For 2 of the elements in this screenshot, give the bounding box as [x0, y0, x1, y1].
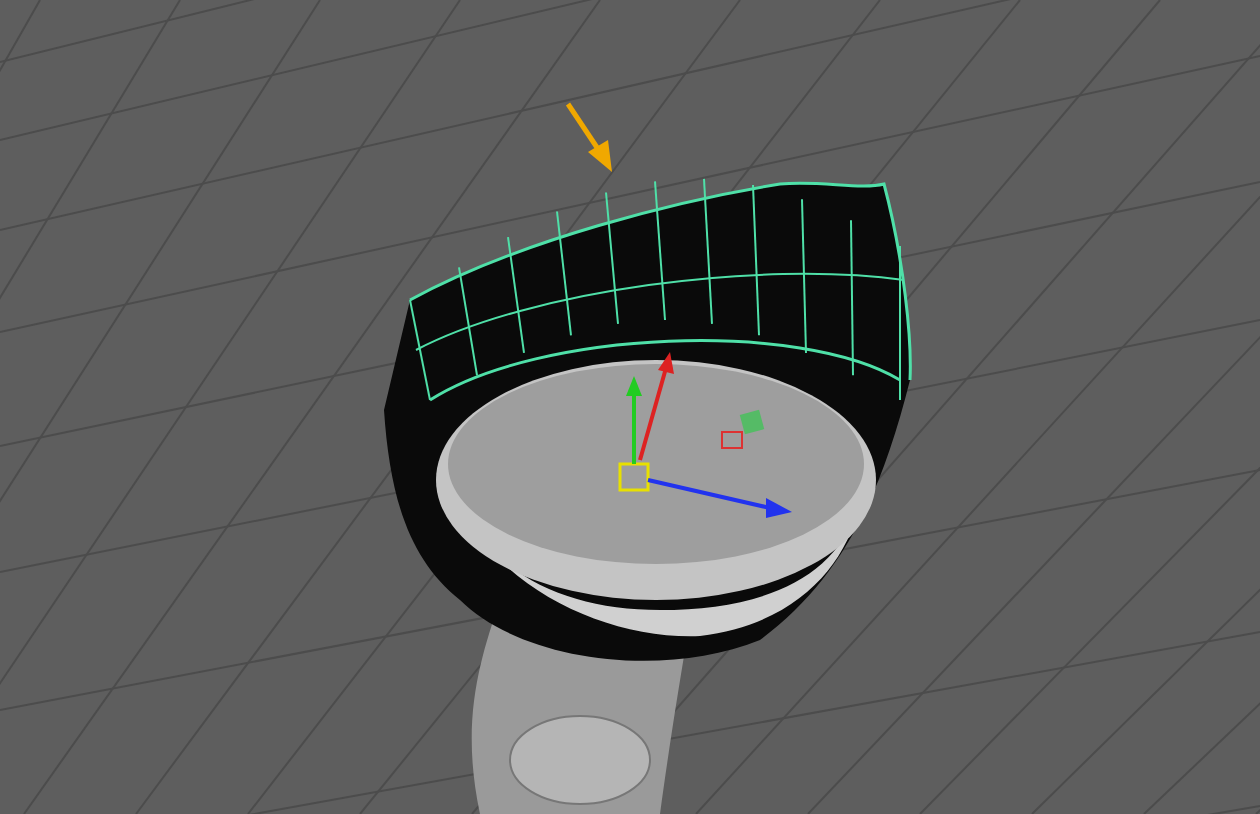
3d-viewport[interactable]	[0, 0, 1260, 814]
move-manipulator-drawing[interactable]	[618, 352, 792, 518]
